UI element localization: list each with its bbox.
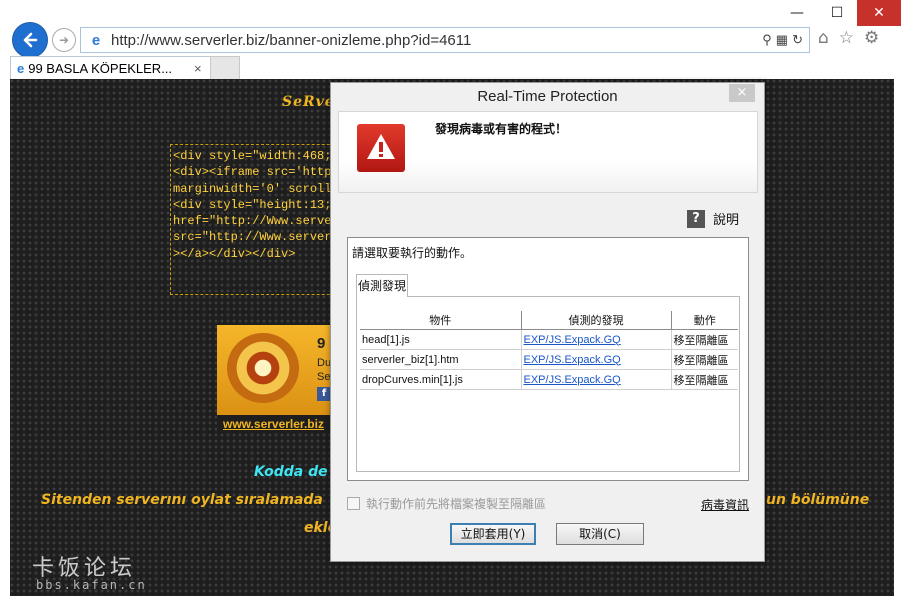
- server-banner[interactable]: 9 Du Se f www.serverler.biz: [217, 325, 337, 433]
- help-icon: ?: [687, 209, 705, 228]
- detections-tab-body: 物件 偵測的發現 動作 head[1].js EXP/JS.Expack.GQ …: [356, 296, 740, 472]
- banner-url-link[interactable]: www.serverler.biz: [217, 415, 337, 433]
- object-cell: serverler_biz[1].htm: [360, 349, 522, 370]
- close-window-icon[interactable]: ✕: [857, 0, 901, 26]
- quarantine-copy-option[interactable]: 執行動作前先將檔案複製至隔離區: [347, 495, 546, 512]
- banner-line-1: Du: [317, 357, 332, 369]
- tab-detections[interactable]: 偵測發現: [356, 274, 408, 297]
- back-button[interactable]: [12, 22, 48, 58]
- favorites-star-icon[interactable]: ☆: [839, 28, 854, 48]
- object-cell: dropCurves.min[1].js: [360, 369, 522, 390]
- apply-now-button[interactable]: 立即套用(Y): [450, 523, 536, 545]
- banner-title: 9: [317, 335, 326, 352]
- threat-message: 發現病毒或有害的程式！: [435, 122, 568, 136]
- table-row[interactable]: head[1].js EXP/JS.Expack.GQ 移至隔離區: [360, 329, 738, 350]
- action-prompt: 請選取要執行的動作。: [352, 246, 473, 260]
- quarantine-copy-label: 執行動作前先將檔案複製至隔離區: [366, 497, 547, 511]
- action-cell[interactable]: 移至隔離區: [671, 369, 738, 390]
- table-header-row: 物件 偵測的發現 動作: [360, 311, 738, 330]
- cancel-button[interactable]: 取消(C): [556, 523, 644, 545]
- column-header-action[interactable]: 動作: [671, 311, 738, 330]
- maximize-icon[interactable]: ☐: [817, 0, 857, 26]
- threat-link[interactable]: EXP/JS.Expack.GQ: [521, 369, 672, 390]
- threat-link[interactable]: EXP/JS.Expack.GQ: [521, 349, 672, 370]
- tab-title: 99 BASLA KÖPEKLER...: [28, 60, 173, 76]
- banner-line-2: Se: [317, 371, 331, 383]
- browser-tab[interactable]: e 99 BASLA KÖPEKLER... ×: [10, 56, 211, 79]
- table-row[interactable]: serverler_biz[1].htm EXP/JS.Expack.GQ 移至…: [360, 349, 738, 370]
- column-header-detection[interactable]: 偵測的發現: [521, 311, 672, 330]
- tab-close-icon[interactable]: ×: [194, 61, 210, 76]
- detections-table: 物件 偵測的發現 動作 head[1].js EXP/JS.Expack.GQ …: [360, 311, 738, 390]
- settings-gear-icon[interactable]: ⚙: [864, 28, 879, 48]
- instruction-text-start: Sitenden serverını oylat sıralamada: [41, 492, 323, 508]
- table-row[interactable]: dropCurves.min[1].js EXP/JS.Expack.GQ 移至…: [360, 369, 738, 390]
- virus-info-link[interactable]: 病毒資訊: [701, 496, 749, 513]
- dialog-title: Real-Time Protection: [477, 88, 618, 105]
- minimize-icon[interactable]: —: [777, 0, 817, 26]
- browser-toolbar-icons: ⌂ ☆ ⚙: [818, 28, 879, 48]
- threat-link[interactable]: EXP/JS.Expack.GQ: [521, 329, 672, 350]
- column-header-object[interactable]: 物件: [360, 311, 522, 330]
- facebook-icon[interactable]: f: [317, 387, 331, 401]
- ie-logo-icon: e: [91, 31, 101, 49]
- forward-button[interactable]: ➜: [52, 28, 76, 52]
- help-link[interactable]: ? 說明: [687, 209, 739, 228]
- emblem-logo: [227, 333, 299, 403]
- warning-icon: [357, 124, 405, 172]
- address-tools: ⚲ ▦ ↻: [762, 32, 809, 48]
- home-icon[interactable]: ⌂: [818, 28, 829, 48]
- object-cell: head[1].js: [360, 329, 522, 350]
- refresh-icon[interactable]: ↻: [792, 32, 803, 48]
- address-bar[interactable]: e http://www.serverler.biz/banner-onizle…: [80, 27, 810, 53]
- code-hint-text: Kodda de: [254, 464, 328, 480]
- action-panel: 請選取要執行的動作。 偵測發現 物件 偵測的發現 動作 head[1].js E…: [347, 237, 749, 481]
- search-icon[interactable]: ⚲: [762, 32, 772, 48]
- compatibility-icon[interactable]: ▦: [776, 32, 788, 48]
- help-label: 說明: [713, 213, 740, 228]
- forward-arrow-icon: ➜: [58, 33, 70, 47]
- watermark-url: bbs.kafan.cn: [36, 578, 147, 592]
- action-cell[interactable]: 移至隔離區: [671, 349, 738, 370]
- dialog-header: 發現病毒或有害的程式！: [338, 111, 758, 193]
- url-text[interactable]: http://www.serverler.biz/banner-onizleme…: [111, 32, 762, 49]
- action-cell[interactable]: 移至隔離區: [671, 329, 738, 350]
- instruction-text-end: un bölümüne: [766, 492, 870, 508]
- window-controls: — ☐ ✕: [777, 0, 901, 26]
- banner-code-box[interactable]: <div style="width:468;hei <div><iframe s…: [170, 144, 350, 295]
- quarantine-copy-checkbox[interactable]: [347, 497, 360, 510]
- ie-logo-icon: e: [17, 60, 25, 76]
- dialog-close-button[interactable]: ×: [729, 84, 755, 102]
- back-arrow-icon: [23, 32, 38, 48]
- new-tab-button[interactable]: [210, 56, 240, 80]
- real-time-protection-dialog: Real-Time Protection × 發現病毒或有害的程式！ ? 說明 …: [330, 82, 765, 562]
